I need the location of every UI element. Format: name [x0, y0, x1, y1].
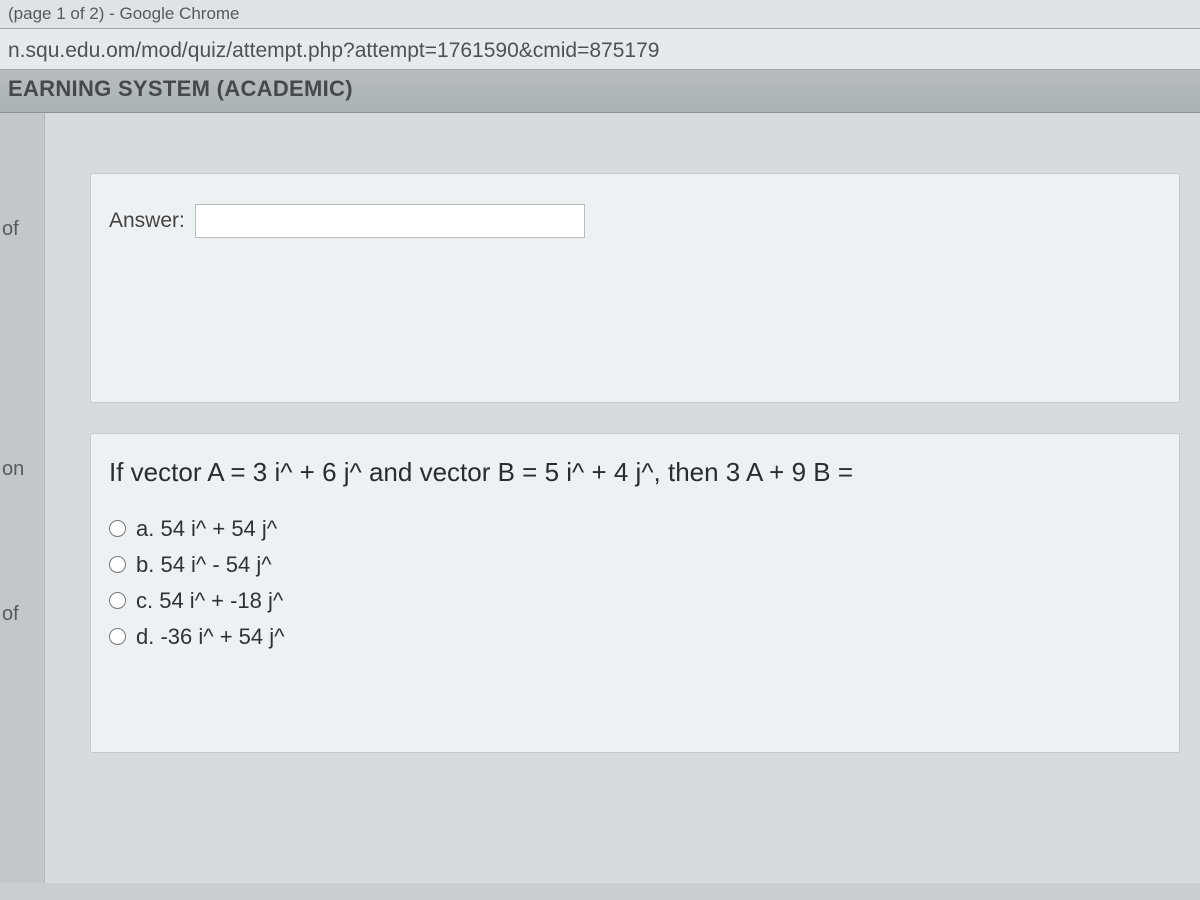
- option-b[interactable]: b. 54 i^ - 54 j^: [109, 552, 1161, 578]
- question-panel: If vector A = 3 i^ + 6 j^ and vector B =…: [90, 433, 1180, 753]
- option-c[interactable]: c. 54 i^ + -18 j^: [109, 588, 1161, 614]
- option-d[interactable]: d. -36 i^ + 54 j^: [109, 624, 1161, 650]
- nav-fragment-of-1: of: [2, 218, 19, 241]
- option-c-label: c. 54 i^ + -18 j^: [136, 588, 283, 614]
- options-group: a. 54 i^ + 54 j^ b. 54 i^ - 54 j^ c. 54 …: [109, 516, 1161, 650]
- answer-label: Answer:: [109, 209, 185, 233]
- question-text: If vector A = 3 i^ + 6 j^ and vector B =…: [109, 454, 1161, 492]
- option-b-radio[interactable]: [109, 556, 126, 573]
- option-a[interactable]: a. 54 i^ + 54 j^: [109, 516, 1161, 542]
- question-navigation-column: of on of: [0, 113, 45, 883]
- window-titlebar: (page 1 of 2) - Google Chrome: [0, 0, 1200, 29]
- nav-fragment-of-2: of: [2, 603, 19, 626]
- window-title-text: (page 1 of 2) - Google Chrome: [8, 4, 240, 23]
- site-banner: EARNING SYSTEM (ACADEMIC): [0, 70, 1200, 113]
- option-d-radio[interactable]: [109, 628, 126, 645]
- url-bar[interactable]: n.squ.edu.om/mod/quiz/attempt.php?attemp…: [0, 29, 1200, 70]
- content-area: of on of Answer: If vector A = 3 i^ + 6 …: [0, 113, 1200, 883]
- option-a-label: a. 54 i^ + 54 j^: [136, 516, 277, 542]
- nav-fragment-on: on: [2, 458, 24, 481]
- option-b-label: b. 54 i^ - 54 j^: [136, 552, 272, 578]
- site-title: EARNING SYSTEM (ACADEMIC): [8, 76, 353, 101]
- option-d-label: d. -36 i^ + 54 j^: [136, 624, 284, 650]
- answer-panel: Answer:: [90, 173, 1180, 403]
- answer-input[interactable]: [195, 204, 585, 238]
- answer-row: Answer:: [109, 204, 1161, 238]
- option-a-radio[interactable]: [109, 520, 126, 537]
- option-c-radio[interactable]: [109, 592, 126, 609]
- url-text: n.squ.edu.om/mod/quiz/attempt.php?attemp…: [8, 39, 659, 62]
